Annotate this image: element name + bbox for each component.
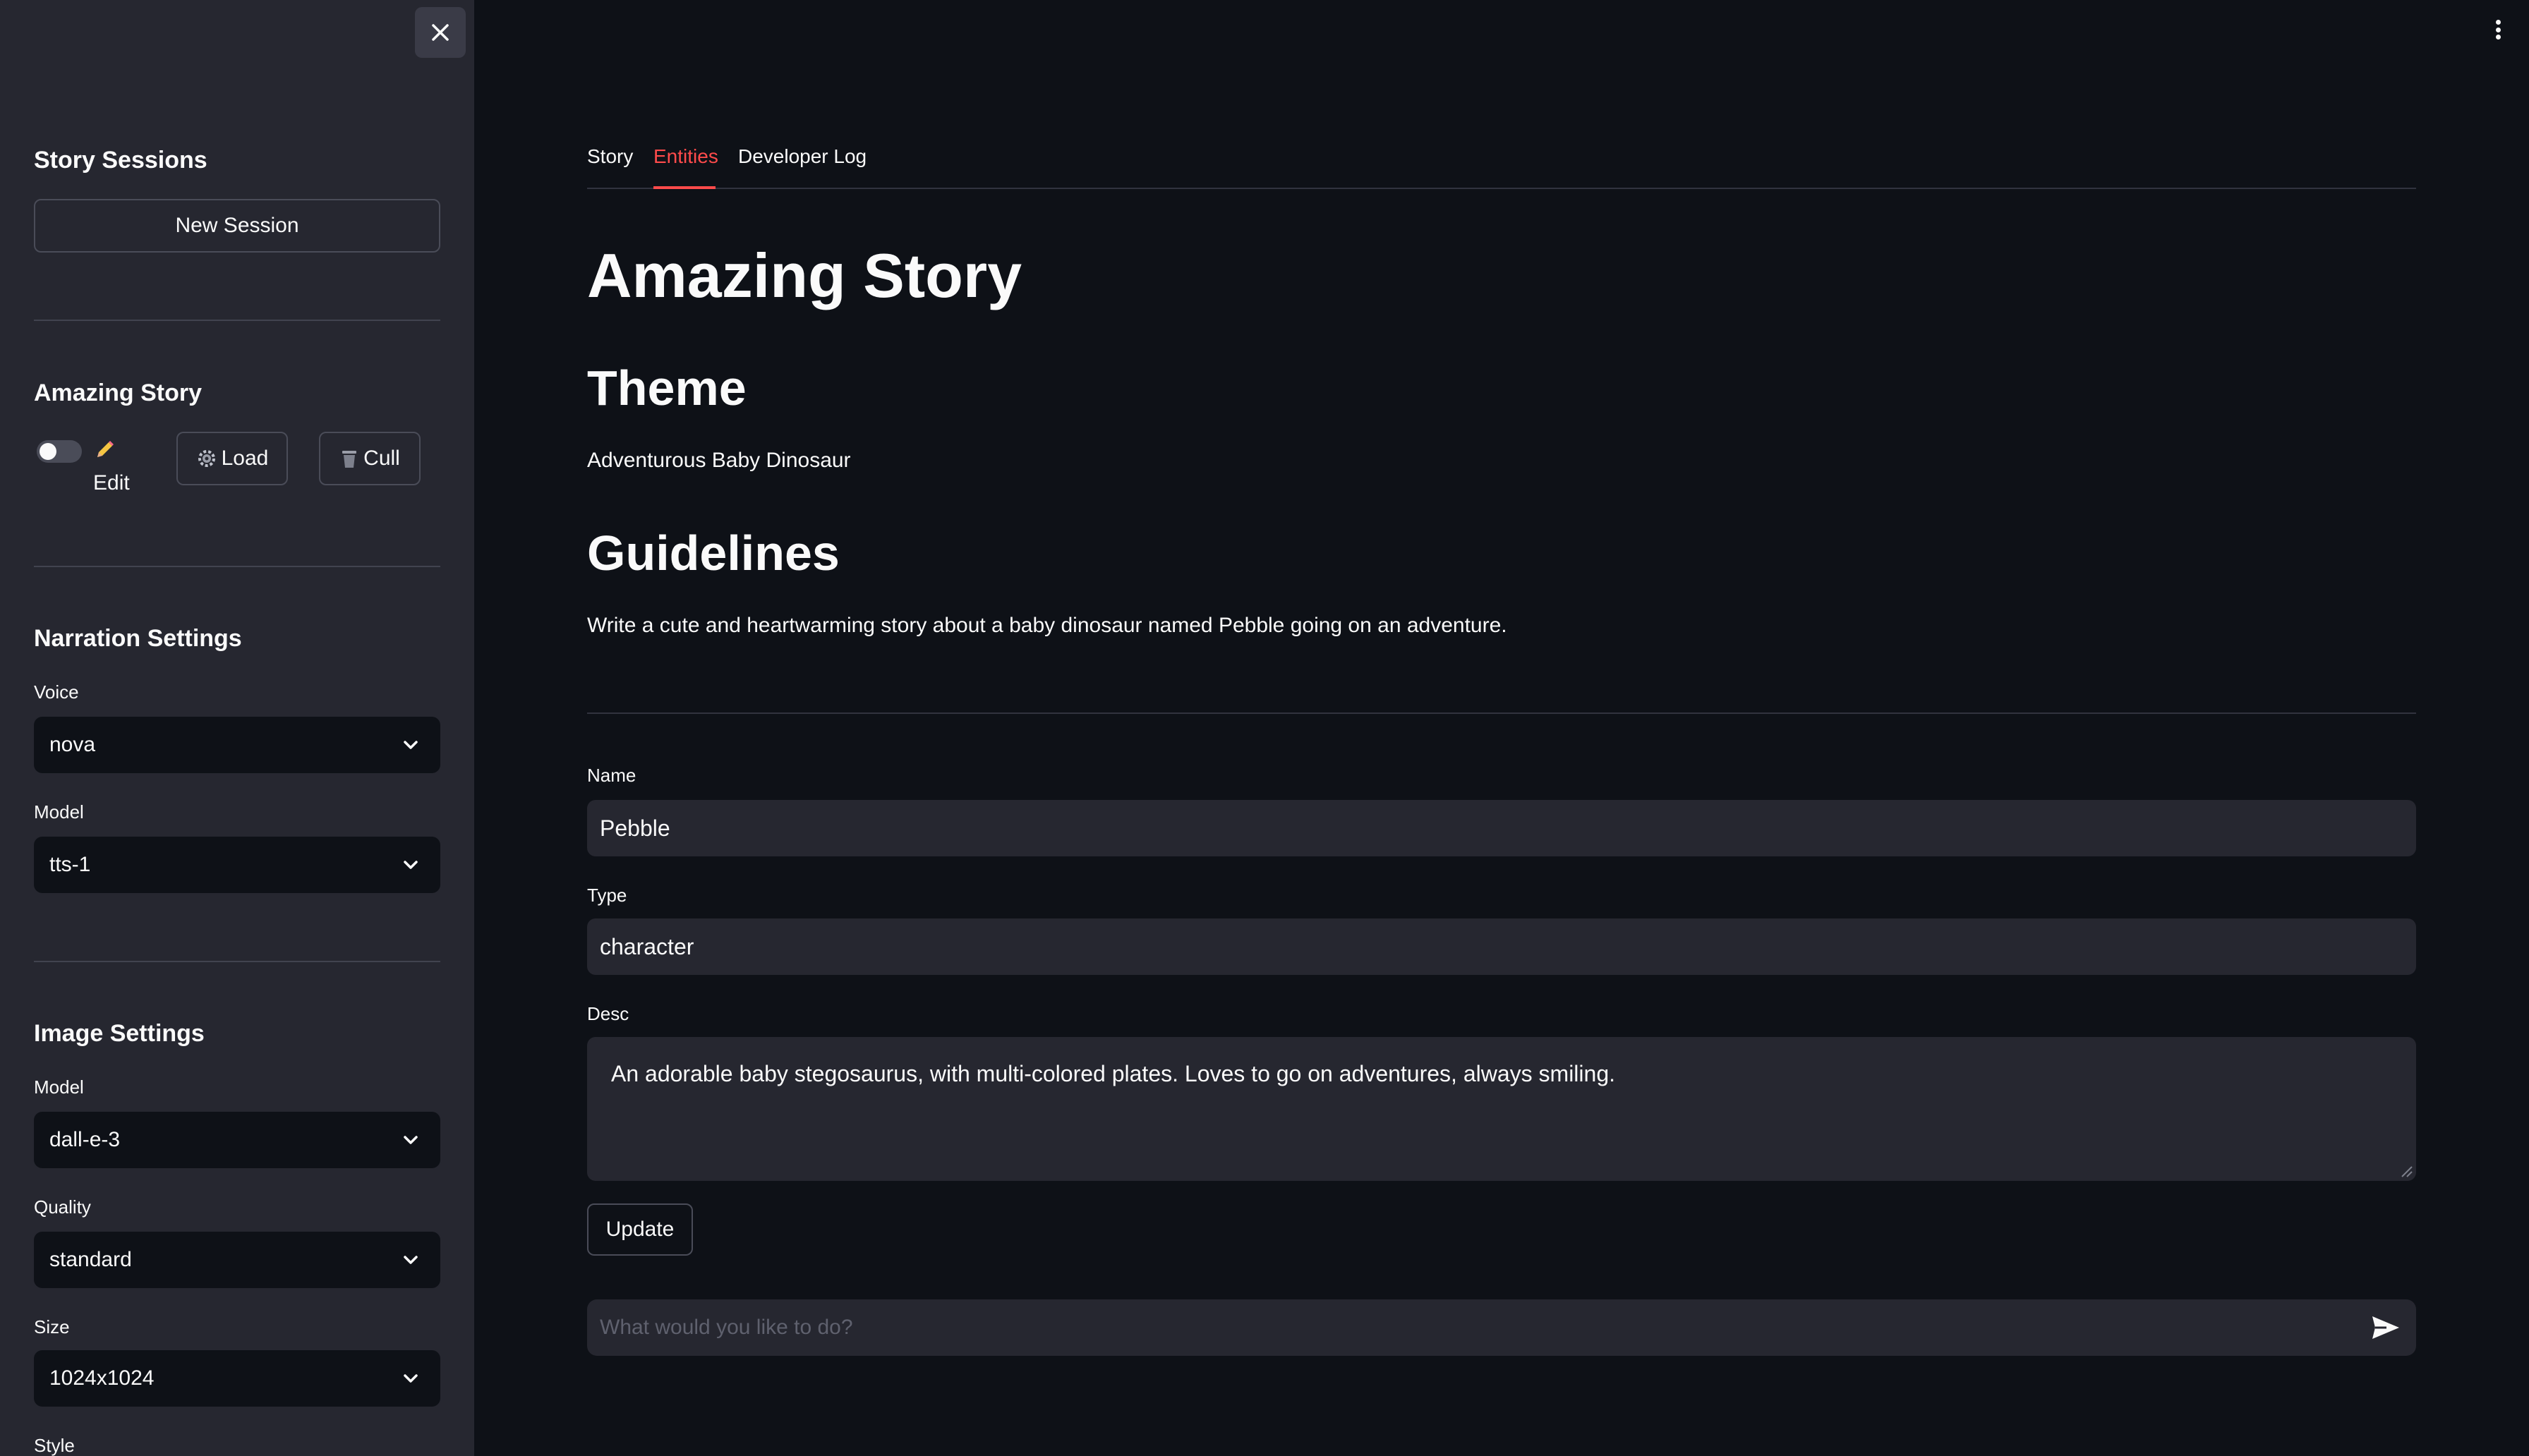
content-divider	[587, 712, 2416, 714]
cull-label: Cull	[363, 447, 400, 470]
image-model-select[interactable]: dall-e-3	[34, 1112, 440, 1168]
voice-select[interactable]: nova	[34, 717, 440, 773]
menu-dot	[2495, 20, 2501, 25]
image-settings-heading: Image Settings	[34, 1020, 205, 1047]
chevron-down-icon	[404, 741, 418, 749]
active-tab-indicator	[653, 186, 716, 189]
chevron-down-icon	[404, 1374, 418, 1383]
chevron-down-icon	[404, 1136, 418, 1144]
new-session-label: New Session	[175, 214, 299, 237]
voice-value: nova	[49, 733, 96, 756]
quality-value: standard	[49, 1248, 132, 1271]
menu-dot	[2495, 27, 2501, 32]
guidelines-heading: Guidelines	[587, 526, 840, 581]
trash-icon	[342, 451, 357, 468]
theme-heading: Theme	[587, 360, 747, 415]
sidebar: Story Sessions New Session Amazing Story…	[0, 0, 474, 1456]
close-sidebar-button[interactable]	[415, 7, 466, 58]
chevron-down-icon	[404, 861, 418, 869]
app-root: Story Sessions New Session Amazing Story…	[0, 0, 2529, 1456]
voice-label: Voice	[34, 681, 79, 703]
send-icon[interactable]	[2370, 1314, 2402, 1342]
desc-label: Desc	[587, 1003, 629, 1024]
sidebar-divider	[34, 320, 440, 321]
close-icon	[432, 24, 449, 41]
quality-label: Quality	[34, 1196, 91, 1218]
tab-divider	[587, 188, 2416, 189]
tab-entities[interactable]: Entities	[653, 145, 718, 168]
type-label: Type	[587, 885, 627, 906]
edit-label: Edit	[93, 471, 130, 495]
tab-developer-log[interactable]: Developer Log	[738, 145, 867, 168]
tab-story[interactable]: Story	[587, 145, 633, 168]
toggle-knob	[40, 443, 56, 460]
theme-text: Adventurous Baby Dinosaur	[587, 449, 851, 472]
style-label: Style	[34, 1435, 75, 1456]
chat-input[interactable]	[587, 1299, 2416, 1356]
new-session-button[interactable]: New Session	[34, 199, 440, 253]
resize-handle-icon[interactable]	[2398, 1163, 2413, 1178]
size-label: Size	[34, 1316, 70, 1337]
update-button[interactable]: Update	[587, 1203, 693, 1256]
narration-model-value: tts-1	[49, 853, 91, 876]
type-input[interactable]	[587, 918, 2416, 975]
cull-button[interactable]: Cull	[319, 432, 421, 485]
name-input[interactable]	[587, 800, 2416, 856]
load-label: Load	[221, 447, 269, 470]
narration-model-label: Model	[34, 801, 84, 823]
size-select[interactable]: 1024x1024	[34, 1350, 440, 1407]
size-value: 1024x1024	[49, 1366, 155, 1390]
sidebar-divider	[34, 566, 440, 567]
sessions-heading: Story Sessions	[34, 147, 207, 174]
main-menu-button[interactable]	[2487, 16, 2509, 44]
image-model-label: Model	[34, 1076, 84, 1098]
story-heading: Amazing Story	[34, 380, 203, 406]
name-label: Name	[587, 765, 636, 786]
sidebar-divider	[34, 961, 440, 962]
load-button[interactable]: Load	[176, 432, 288, 485]
edit-toggle[interactable]	[37, 440, 82, 463]
desc-textarea[interactable]: An adorable baby stegosaurus, with multi…	[587, 1037, 2416, 1181]
narration-model-select[interactable]: tts-1	[34, 837, 440, 893]
gear-icon	[198, 450, 215, 467]
narration-heading: Narration Settings	[34, 625, 242, 652]
image-model-value: dall-e-3	[49, 1128, 121, 1151]
menu-dot	[2495, 35, 2501, 40]
update-label: Update	[605, 1218, 675, 1241]
page-title: Amazing Story	[587, 241, 1022, 310]
quality-select[interactable]: standard	[34, 1232, 440, 1288]
pencil-icon	[97, 441, 114, 457]
guidelines-text: Write a cute and heartwarming story abou…	[587, 614, 1507, 637]
chevron-down-icon	[404, 1256, 418, 1264]
